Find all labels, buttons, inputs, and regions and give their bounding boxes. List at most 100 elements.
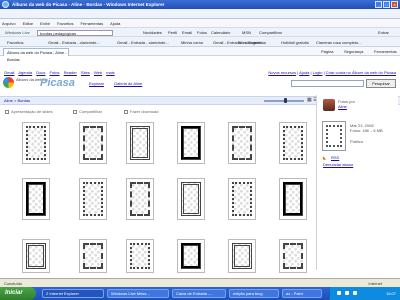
- menu-file[interactable]: Arquivo: [2, 21, 16, 26]
- status-bar: Concluído Internet: [0, 278, 400, 287]
- share-button[interactable]: Compartilhar: [73, 109, 102, 114]
- album-sidebar: Fotos por Aline Mar 23, 2008 Fotos: 186 …: [316, 95, 398, 270]
- toolbar-email[interactable]: Email: [182, 30, 192, 35]
- photo-thumbnail[interactable]: [177, 122, 205, 164]
- border-frame-image: [130, 126, 150, 160]
- album-cover-frame: [326, 125, 342, 147]
- slideshow-label: Apresentação de slides: [11, 109, 53, 114]
- photo-thumbnail[interactable]: [279, 122, 307, 164]
- menu-edit[interactable]: Editar: [23, 21, 33, 26]
- photo-thumbnail[interactable]: [22, 122, 50, 164]
- photo-thumbnail[interactable]: [126, 178, 154, 220]
- rss-icon[interactable]: ◣: [323, 155, 326, 160]
- favorite-item[interactable]: Gmail - Entrada - claricinde...: [117, 40, 169, 45]
- toolbar-news[interactable]: Novidades: [143, 30, 162, 35]
- menu-view[interactable]: Exibir: [40, 21, 50, 26]
- menu-favorites[interactable]: Favoritos: [57, 21, 73, 26]
- photo-thumbnail[interactable]: [22, 239, 50, 273]
- menu-tools[interactable]: Ferramentas: [80, 21, 103, 26]
- border-frame-image: [83, 182, 103, 216]
- photo-thumbnail[interactable]: [79, 122, 107, 164]
- picasa-logo: Picasa: [40, 77, 75, 89]
- photo-thumbnail[interactable]: [177, 178, 205, 220]
- minimize-icon[interactable]: _: [375, 1, 382, 8]
- favorite-item[interactable]: Sites Sugeridos: [238, 40, 266, 45]
- favorites-bar: Favoritos Gmail - Entrada - claricinde..…: [0, 37, 400, 47]
- toolbar-photos[interactable]: Fotos: [197, 30, 207, 35]
- security-menu[interactable]: Segurança: [344, 49, 363, 54]
- photo-thumbnail[interactable]: [79, 178, 107, 220]
- toolbar-share[interactable]: Compartilhar: [259, 30, 282, 35]
- border-frame-image: [26, 243, 46, 269]
- internet-explorer-icon: [2, 1, 9, 8]
- download-button[interactable]: Fazer download: [124, 109, 158, 114]
- visibility-status: Público: [350, 139, 364, 144]
- taskbar-item[interactable]: Caixa de Entrada -...: [172, 289, 226, 298]
- album-metadata: Mar 23, 2008 Fotos: 186 – 6 MB: [350, 123, 383, 133]
- toolbar-profile[interactable]: Perfil: [168, 30, 177, 35]
- toolbar-msn[interactable]: MSN: [242, 30, 251, 35]
- active-tab[interactable]: Álbuns da web do Picasa - Aline - Bordas: [3, 48, 69, 62]
- border-frame-image: [83, 243, 103, 269]
- menu-bar: Arquivo Editar Exibir Favoritos Ferramen…: [0, 19, 400, 27]
- slideshow-button[interactable]: Apresentação de slides: [5, 109, 53, 114]
- photo-thumbnail[interactable]: [228, 239, 256, 273]
- photo-thumbnail[interactable]: [22, 178, 50, 220]
- search-button[interactable]: Pesquisar: [366, 79, 396, 88]
- favorite-item[interactable]: HotMail gratuito: [281, 40, 309, 45]
- photo-thumbnail[interactable]: [228, 178, 256, 220]
- tools-menu[interactable]: Ferramentas: [374, 49, 397, 54]
- window-title: Álbuns da web do Picasa - Aline - Bordas…: [12, 2, 165, 7]
- favorite-item[interactable]: Gmail - Entrada - claricinde...: [48, 40, 100, 45]
- taskbar-item[interactable]: Windows Live Mess...: [107, 289, 169, 298]
- breadcrumb[interactable]: Aline > Bordas: [4, 98, 30, 103]
- photo-thumbnail[interactable]: [177, 239, 205, 273]
- taskbar-item[interactable]: 2 Internet Explorer: [42, 289, 104, 298]
- favorite-item[interactable]: Clareiras rosa completo...: [316, 40, 362, 45]
- rss-link[interactable]: RSS: [331, 155, 339, 160]
- taskbar-item[interactable]: edição para blog: [229, 289, 279, 298]
- close-icon[interactable]: ×: [391, 1, 398, 8]
- photo-thumbnail[interactable]: [228, 122, 256, 164]
- page-menu[interactable]: Página: [321, 49, 333, 54]
- explore-link[interactable]: Explorar: [89, 81, 104, 86]
- photo-thumbnail[interactable]: [79, 239, 107, 273]
- album-actions: Apresentação de slides Compartilhar Faze…: [0, 106, 309, 116]
- toolbar-search-input[interactable]: bordas pedagógicas: [37, 30, 113, 36]
- toolbar-sign-in[interactable]: Entrar: [378, 30, 389, 35]
- border-frame-image: [232, 126, 252, 160]
- slideshow-icon: [5, 109, 9, 114]
- picasa-search-input[interactable]: [291, 80, 364, 87]
- share-icon: [73, 109, 77, 114]
- border-frame-image: [130, 182, 150, 216]
- owner-link[interactable]: Aline: [338, 104, 347, 109]
- border-frame-image: [181, 243, 201, 269]
- report-abuse-link[interactable]: Denunciar abuso: [323, 162, 353, 167]
- taskbar-item[interactable]: ax - Paint: [282, 289, 322, 298]
- avatar[interactable]: [323, 99, 335, 111]
- border-frame-image: [181, 182, 201, 216]
- toolbar-calendar[interactable]: Calendário: [211, 30, 230, 35]
- maximize-icon[interactable]: □: [383, 1, 390, 8]
- favorite-item[interactable]: Minha conta: [181, 40, 203, 45]
- volume-icon[interactable]: [345, 291, 349, 295]
- slider-handle[interactable]: [284, 98, 287, 103]
- start-button[interactable]: Iniciar: [0, 287, 36, 300]
- picasa-logo-icon: [3, 77, 14, 88]
- border-frame-image: [283, 126, 303, 160]
- photo-thumbnail[interactable]: [126, 239, 154, 273]
- window-controls: _ □ ×: [375, 1, 398, 8]
- system-tray: 15:07: [329, 287, 400, 300]
- messenger-icon[interactable]: [353, 291, 357, 295]
- window-title-bar: Álbuns da web do Picasa - Aline - Bordas…: [0, 0, 400, 9]
- photo-thumbnail[interactable]: [279, 239, 307, 273]
- photo-thumbnail[interactable]: [126, 122, 154, 164]
- border-frame-image: [283, 182, 303, 216]
- network-icon[interactable]: [337, 291, 341, 295]
- border-frame-image: [232, 182, 252, 216]
- favorites-button[interactable]: Favoritos: [7, 40, 23, 45]
- menu-help[interactable]: Ajuda: [110, 21, 120, 26]
- picasa-header: Álbuns da web do Picasa Explorar Galeria…: [0, 75, 400, 90]
- gallery-link[interactable]: Galeria de Aline: [114, 81, 142, 86]
- photo-thumbnail[interactable]: [279, 178, 307, 220]
